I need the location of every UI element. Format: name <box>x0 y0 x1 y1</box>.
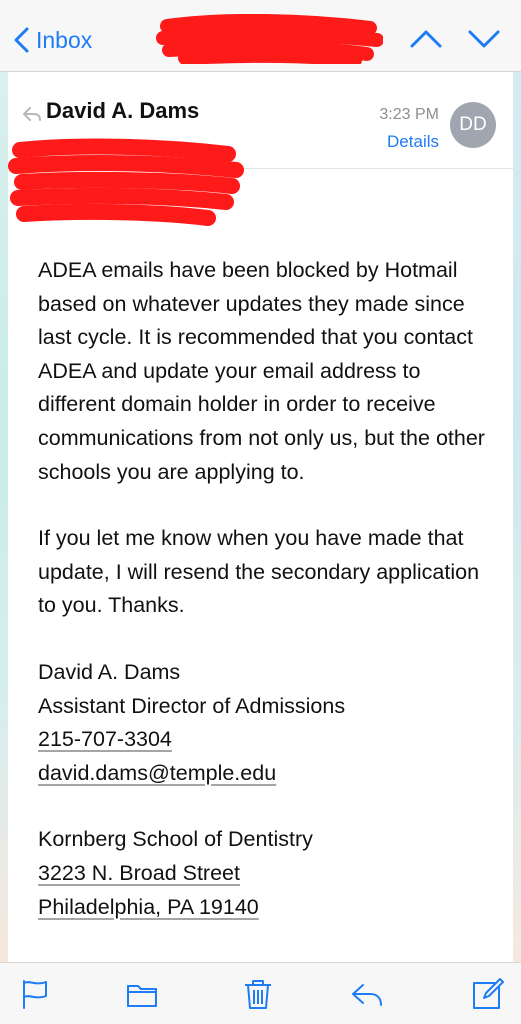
compose-icon <box>473 978 504 1009</box>
move-to-folder-button[interactable] <box>125 977 159 1011</box>
chevron-down-icon <box>468 30 500 48</box>
signature-name: David A. Dams <box>38 659 181 684</box>
sender-name[interactable]: David A. Dams <box>46 98 199 124</box>
redaction-scribble <box>156 14 383 64</box>
body-paragraph-2: If you let me know when you have made th… <box>38 526 480 618</box>
sender-avatar[interactable]: DD <box>450 102 496 148</box>
message-view: David A. Dams 3:23 PM Details DD ADEA em… <box>8 72 513 962</box>
body-paragraph-1: ADEA emails have been blocked by Hotmail… <box>38 258 485 484</box>
previous-message-button[interactable] <box>408 26 444 52</box>
message-body: ADEA emails have been blocked by Hotmail… <box>38 254 498 924</box>
reply-icon <box>352 984 382 1006</box>
right-edge-backdrop <box>513 72 521 962</box>
trash-button[interactable] <box>241 977 275 1011</box>
flag-button[interactable] <box>18 977 52 1011</box>
signature-school: Kornberg School of Dentistry <box>38 827 313 852</box>
navigation-bar: Inbox <box>0 0 521 72</box>
email-link[interactable]: david.dams@temple.edu <box>38 761 276 785</box>
address-street-link[interactable]: 3223 N. Broad Street <box>38 861 240 885</box>
folder-icon <box>127 985 157 1007</box>
reply-button[interactable] <box>350 977 384 1011</box>
redaction-scribble <box>8 138 244 226</box>
back-to-inbox-button[interactable]: Inbox <box>12 26 92 54</box>
avatar-initials: DD <box>459 114 487 135</box>
flag-icon <box>23 980 47 1009</box>
details-link[interactable]: Details <box>387 132 439 152</box>
message-time: 3:23 PM <box>379 106 439 123</box>
trash-icon <box>245 980 271 1009</box>
compose-button[interactable] <box>470 977 504 1011</box>
phone-link[interactable]: 215-707-3304 <box>38 727 172 751</box>
replied-icon <box>23 107 41 121</box>
bottom-toolbar <box>0 962 521 1024</box>
back-label: Inbox <box>36 26 93 53</box>
chevron-up-icon <box>410 30 442 48</box>
left-edge-backdrop <box>0 72 8 962</box>
chevron-left-icon <box>14 27 29 53</box>
address-city-link[interactable]: Philadelphia, PA 19140 <box>38 895 259 919</box>
signature-title: Assistant Director of Admissions <box>38 693 346 718</box>
next-message-button[interactable] <box>466 26 502 52</box>
